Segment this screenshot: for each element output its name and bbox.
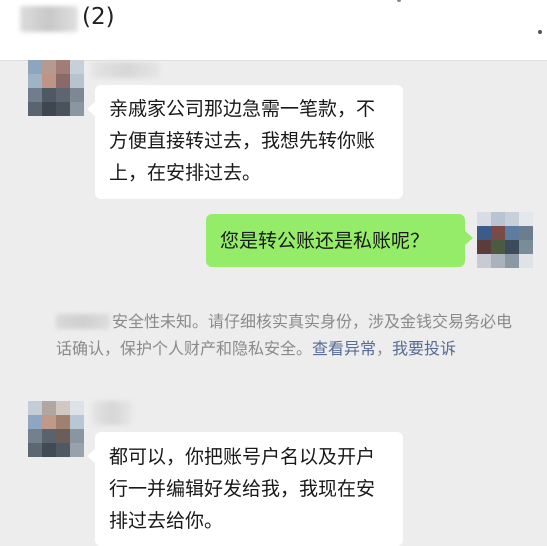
chat-name-blurred[interactable]	[20, 6, 78, 32]
contact-avatar[interactable]	[28, 60, 84, 116]
message-line: 上，在安排过去。	[109, 162, 262, 184]
avatar-mosaic-tile	[519, 254, 533, 268]
avatar-mosaic-tile	[477, 226, 491, 240]
avatar-mosaic-tile	[42, 401, 56, 415]
avatar-mosaic-tile	[70, 102, 84, 116]
avatar-mosaic-tile	[42, 60, 56, 74]
report-link[interactable]: 我要投诉	[392, 339, 456, 358]
contact-avatar[interactable]	[28, 401, 84, 457]
message-bubble-received[interactable]: 都可以，你把账号户名以及开户 行一并编辑好发给我，我现在安 排过去给你。	[87, 432, 403, 546]
avatar-mosaic-tile	[42, 74, 56, 88]
sender-name-blurred	[92, 401, 132, 425]
member-count[interactable]: (2)	[82, 4, 115, 30]
avatar-mosaic-tile	[477, 240, 491, 254]
avatar-mosaic-tile	[505, 212, 519, 226]
avatar-mosaic-tile	[56, 415, 70, 429]
avatar-mosaic-tile	[56, 102, 70, 116]
chat-header: (2)	[0, 0, 547, 61]
avatar-mosaic-tile	[28, 102, 42, 116]
message-line: 您是转公账还是私账呢？	[220, 230, 430, 252]
avatar-mosaic-tile	[42, 443, 56, 457]
avatar-mosaic-tile	[28, 401, 42, 415]
avatar-mosaic-tile	[28, 74, 42, 88]
avatar-mosaic-tile	[519, 212, 533, 226]
avatar-mosaic-tile	[56, 443, 70, 457]
avatar-mosaic-tile	[42, 88, 56, 102]
avatar-mosaic-tile	[70, 443, 84, 457]
my-avatar[interactable]	[477, 212, 533, 268]
avatar-mosaic-tile	[70, 401, 84, 415]
contact-name-blurred	[56, 314, 110, 329]
avatar-mosaic-tile	[28, 443, 42, 457]
avatar-mosaic-tile	[491, 240, 505, 254]
avatar-mosaic-tile	[56, 401, 70, 415]
avatar-mosaic-tile	[28, 429, 42, 443]
avatar-mosaic-tile	[505, 254, 519, 268]
avatar-mosaic-tile	[70, 74, 84, 88]
bubble-tail	[464, 230, 473, 246]
avatar-mosaic-tile	[519, 226, 533, 240]
avatar-mosaic-tile	[505, 226, 519, 240]
avatar-mosaic-tile	[56, 74, 70, 88]
avatar-mosaic-tile	[519, 240, 533, 254]
separator: ，	[376, 339, 393, 358]
message-line: 行一并编辑好发给我，我现在安	[109, 478, 376, 500]
avatar-mosaic-tile	[56, 429, 70, 443]
security-warning-notice: 安全性未知。请仔细核实真实身份，涉及金钱交易务必电话确认，保护个人财产和隐私安全…	[56, 308, 518, 362]
avatar-mosaic-tile	[42, 415, 56, 429]
avatar-mosaic-tile	[42, 429, 56, 443]
message-line: 都可以，你把账号户名以及开户	[109, 446, 376, 468]
more-options-icon[interactable]	[538, 30, 542, 34]
bubble-tail	[87, 101, 96, 117]
avatar-mosaic-tile	[70, 88, 84, 102]
avatar-mosaic-tile	[491, 254, 505, 268]
sender-name-blurred	[92, 62, 160, 78]
message-bubble-received[interactable]: 亲戚家公司那边急需一笔款，不 方便直接转过去，我想先转你账 上，在安排过去。	[87, 85, 403, 199]
avatar-mosaic-tile	[28, 60, 42, 74]
avatar-mosaic-tile	[477, 254, 491, 268]
avatar-mosaic-tile	[491, 212, 505, 226]
more-icon-fragment	[397, 0, 401, 2]
avatar-mosaic-tile	[56, 60, 70, 74]
avatar-mosaic-tile	[505, 240, 519, 254]
message-line: 排过去给你。	[109, 510, 224, 532]
avatar-mosaic-tile	[42, 102, 56, 116]
avatar-mosaic-tile	[491, 226, 505, 240]
bubble-tail	[87, 448, 96, 464]
avatar-mosaic-tile	[56, 88, 70, 102]
avatar-mosaic-tile	[70, 429, 84, 443]
message-line: 亲戚家公司那边急需一笔款，不	[109, 98, 376, 120]
avatar-mosaic-tile	[70, 415, 84, 429]
avatar-mosaic-tile	[477, 212, 491, 226]
view-anomaly-link[interactable]: 查看异常	[312, 339, 376, 358]
message-bubble-sent[interactable]: 您是转公账还是私账呢？	[206, 214, 473, 267]
message-line: 方便直接转过去，我想先转你账	[109, 130, 376, 152]
avatar-mosaic-tile	[28, 88, 42, 102]
avatar-mosaic-tile	[70, 60, 84, 74]
avatar-mosaic-tile	[28, 415, 42, 429]
